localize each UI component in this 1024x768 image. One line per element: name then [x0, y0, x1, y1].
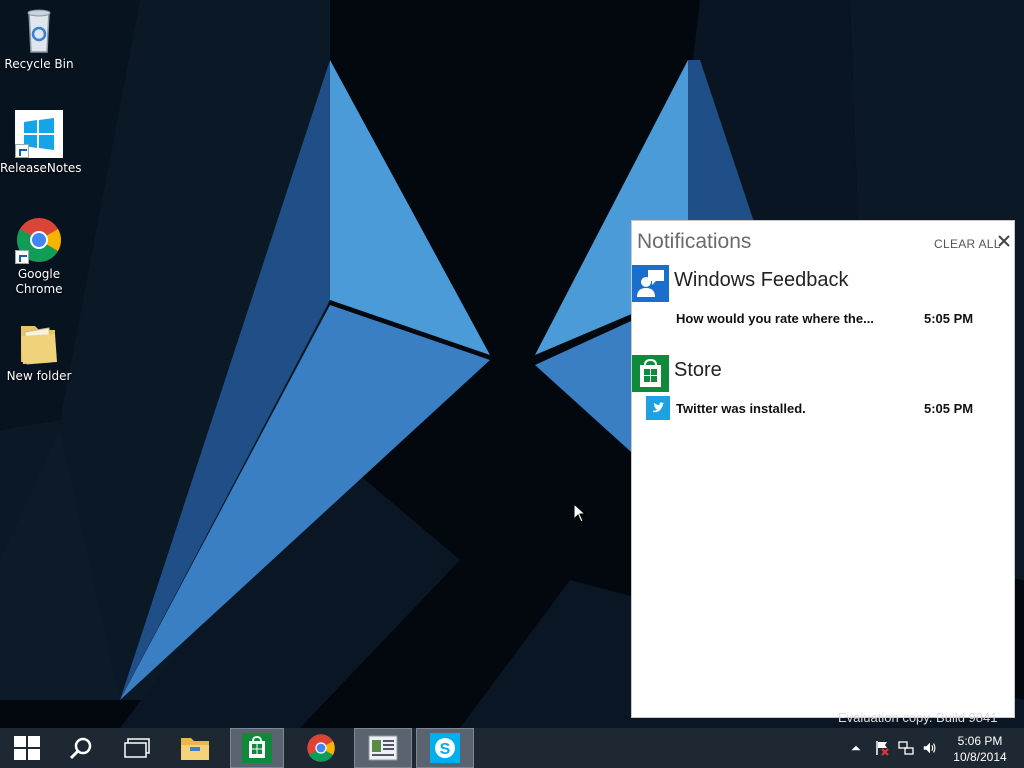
- store-icon: [242, 733, 272, 763]
- task-view-icon: [124, 738, 150, 758]
- notification-text: How would you rate where the...: [676, 311, 874, 326]
- desktop-icon-google-chrome[interactable]: Google Chrome: [0, 216, 78, 297]
- desktop-icon-label: New folder: [6, 369, 72, 383]
- clear-all-button[interactable]: CLEAR ALL: [934, 237, 1001, 251]
- store-icon: [632, 355, 669, 392]
- notification-text: Twitter was installed.: [676, 401, 806, 416]
- windows-logo-icon: [15, 110, 63, 158]
- chrome-icon: [307, 734, 335, 762]
- desktop-icon-label: Recycle Bin: [4, 57, 74, 71]
- recycle-bin-icon: [15, 6, 63, 54]
- chrome-icon: [15, 216, 63, 264]
- task-view-button[interactable]: [110, 728, 164, 768]
- file-explorer-icon: [181, 738, 209, 760]
- notification-item[interactable]: How would you rate where the... 5:05 PM: [632, 309, 1016, 331]
- notifications-panel: Notifications CLEAR ALL Windows Feedback…: [631, 220, 1015, 718]
- mouse-cursor: [573, 503, 587, 523]
- skype-button[interactable]: S: [416, 728, 474, 768]
- feedback-icon: [632, 265, 669, 302]
- volume-icon[interactable]: [922, 740, 938, 756]
- shortcut-arrow-icon: [15, 144, 29, 158]
- desktop-icon-recycle-bin[interactable]: Recycle Bin: [0, 6, 78, 72]
- start-icon: [14, 736, 40, 760]
- close-icon[interactable]: [996, 233, 1012, 249]
- file-explorer-button[interactable]: [168, 728, 222, 768]
- taskbar: S: [0, 728, 1024, 768]
- notification-app-title: Windows Feedback: [674, 269, 849, 291]
- store-button[interactable]: [230, 728, 284, 768]
- action-center-flag-icon[interactable]: [874, 740, 890, 756]
- search-icon: [69, 737, 92, 760]
- notifications-title: Notifications: [637, 230, 752, 253]
- desktop-icon-label: Google Chrome: [15, 267, 63, 296]
- app-window-icon: [368, 735, 398, 761]
- start-button[interactable]: [0, 728, 54, 768]
- svg-text:S: S: [440, 741, 451, 758]
- network-icon[interactable]: [898, 740, 914, 756]
- notification-time: 5:05 PM: [924, 311, 974, 326]
- desktop-icon-label: ReleaseNotes: [0, 161, 82, 175]
- notification-app-title: Store: [674, 359, 722, 381]
- desktop-icon-new-folder[interactable]: New folder: [0, 318, 78, 384]
- notification-item[interactable]: Twitter was installed. 5:05 PM: [632, 396, 1016, 421]
- clock-date: 10/8/2014: [953, 750, 1007, 764]
- folder-icon: [15, 318, 63, 366]
- show-hidden-icons-chevron-icon[interactable]: [848, 740, 864, 756]
- app-window-button[interactable]: [354, 728, 412, 768]
- evaluation-watermark: Evaluation copy. Build 9841: [838, 710, 998, 725]
- chrome-button[interactable]: [294, 728, 348, 768]
- skype-icon: S: [430, 733, 460, 763]
- desktop-icon-releasenotes[interactable]: ReleaseNotes: [0, 110, 82, 176]
- twitter-icon: [646, 396, 670, 420]
- notification-time: 5:05 PM: [924, 401, 974, 416]
- clock-time: 5:06 PM: [957, 734, 1003, 748]
- search-button[interactable]: [54, 728, 108, 768]
- system-clock[interactable]: 5:06 PM 10/8/2014: [946, 733, 1014, 765]
- shortcut-arrow-icon: [15, 250, 29, 264]
